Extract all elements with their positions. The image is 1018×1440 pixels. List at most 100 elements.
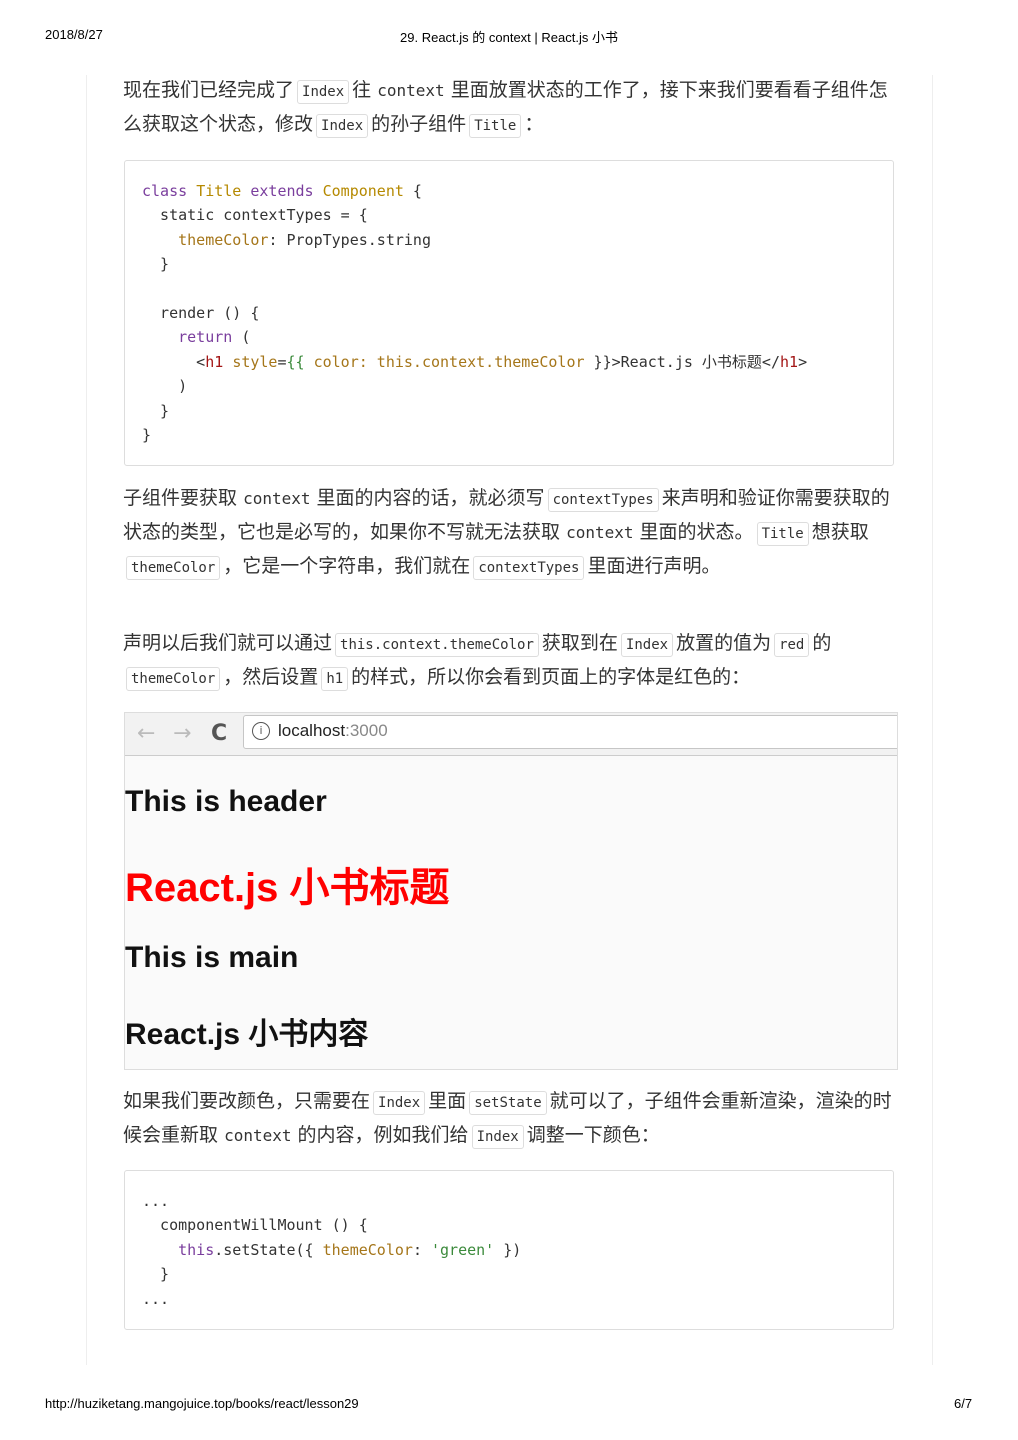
code-token: ( [232, 328, 251, 347]
text: 调整一下颜色： [526, 1124, 660, 1146]
code-word: context [224, 1126, 292, 1145]
inline-code: Title [469, 114, 522, 138]
inline-code: Index [373, 1091, 426, 1115]
text: 获取到在 [541, 632, 618, 654]
text: 的内容，例如我们给 [297, 1124, 469, 1146]
code-token: }) [494, 1240, 522, 1259]
inline-code: contextTypes [547, 488, 659, 512]
code-line: } [142, 401, 170, 420]
code-token: style [232, 352, 278, 371]
text: 的孙子组件 [371, 113, 467, 135]
demo-main-heading: This is main [125, 941, 299, 974]
inline-code: Title [756, 522, 809, 546]
text: 里面的状态。 [639, 521, 754, 543]
code-token: color: this.context.themeColor [313, 352, 585, 371]
text: 里面进行声明。 [587, 555, 721, 577]
code-token: {{ [286, 352, 305, 371]
code-line: componentWillMount () { [142, 1216, 368, 1235]
forward-arrow-icon: → [173, 721, 192, 746]
inline-code: red [774, 633, 810, 657]
code-token: < [142, 352, 206, 371]
inline-code: Index [471, 1125, 524, 1149]
inline-code: Index [620, 633, 674, 657]
browser-screenshot: ← → C i localhost:3000 This is header Re… [124, 712, 898, 1070]
paragraph-2: 子组件要获取 context 里面的内容的话，就必须写 contextTypes 来… [123, 482, 895, 584]
code-token: = [277, 352, 287, 371]
text: ，它是一个字符串，我们就在 [223, 555, 471, 577]
code-token: extends [250, 182, 314, 200]
url-port: :3000 [345, 721, 388, 740]
paragraph-1: 现在我们已经完成了 Index 往 context 里面放置状态的工作了，接下来我们… [123, 74, 895, 142]
demo-content-heading: React.js 小书内容 [125, 1018, 369, 1051]
code-block-title: class Title extends Component { static c… [124, 160, 894, 467]
text: 里面的内容的话，就必须写 [316, 487, 545, 509]
text: 现在我们已经完成了 [123, 79, 295, 101]
page-number: 6/7 [954, 1396, 973, 1411]
code-token: : PropTypes.string [268, 230, 431, 249]
right-rule [932, 75, 933, 1365]
address-bar: i localhost:3000 [243, 715, 897, 749]
code-token: Title [196, 182, 242, 200]
code-token: themeColor [178, 230, 269, 249]
inline-code: Index [316, 114, 369, 138]
inline-code: h1 [321, 667, 349, 691]
code-word: context [377, 81, 445, 100]
inline-code: themeColor [126, 667, 221, 691]
paragraph-3: 声明以后我们就可以通过 this.context.themeColor 获取到在 In… [123, 627, 895, 695]
back-arrow-icon: ← [137, 721, 156, 746]
left-rule [86, 75, 87, 1365]
code-line: } [142, 1265, 170, 1284]
text: 往 [352, 79, 372, 101]
demo-title-heading: React.js 小书标题 [125, 866, 450, 910]
text: 里面 [428, 1090, 467, 1112]
text: 子组件要获取 [123, 487, 238, 509]
code-line: } [142, 426, 152, 445]
code-token: h1 [780, 352, 799, 371]
text: 声明以后我们就可以通过 [123, 632, 333, 654]
code-content: class Title extends Component { static c… [125, 161, 893, 465]
code-token: this [178, 1240, 215, 1259]
code-token: : [412, 1240, 431, 1259]
demo-header-heading: This is header [125, 785, 327, 818]
info-icon: i [252, 722, 270, 740]
code-line: ) [142, 377, 188, 396]
code-token: class [142, 182, 188, 200]
text: 如果我们要改颜色，只需要在 [123, 1090, 371, 1112]
code-token: }}>React.js 小书标题</ [584, 352, 780, 371]
code-content: ... componentWillMount () { this.setStat… [125, 1171, 893, 1329]
code-token: 'green' [431, 1240, 495, 1259]
code-token: themeColor [322, 1240, 413, 1259]
inline-code: contextTypes [473, 556, 585, 580]
code-line: render () { [142, 304, 260, 323]
paragraph-4: 如果我们要改颜色，只需要在 Index 里面 setState 就可以了，子组件会重新渲… [123, 1085, 895, 1153]
inline-code: themeColor [126, 556, 221, 580]
text: 想获取 [811, 521, 869, 543]
url-text: localhost:3000 [278, 721, 388, 741]
print-title: 29. React.js 的 context | React.js 小书 [400, 30, 618, 45]
code-line: ... [142, 1289, 170, 1308]
code-word: context [243, 489, 311, 508]
code-token: .setState({ [214, 1240, 323, 1259]
code-line: ... [142, 1192, 170, 1210]
code-line: static contextTypes = { [142, 206, 368, 225]
code-block-index: ... componentWillMount () { this.setStat… [124, 1170, 894, 1331]
text: 的 [812, 632, 832, 654]
code-token: h1 [205, 352, 224, 371]
code-token: return [178, 328, 233, 347]
print-url: http://huziketang.mangojuice.top/books/r… [45, 1396, 359, 1411]
inline-code: Index [297, 80, 350, 104]
code-word: context [566, 523, 634, 542]
text: 放置的值为 [676, 632, 772, 654]
code-line: } [142, 255, 170, 274]
text: ，然后设置 [223, 666, 319, 688]
url-host: localhost [278, 721, 346, 740]
inline-code: this.context.themeColor [335, 633, 539, 657]
code-token: { [403, 182, 422, 200]
reload-icon: C [211, 721, 228, 746]
browser-toolbar: ← → C i localhost:3000 [125, 713, 897, 756]
